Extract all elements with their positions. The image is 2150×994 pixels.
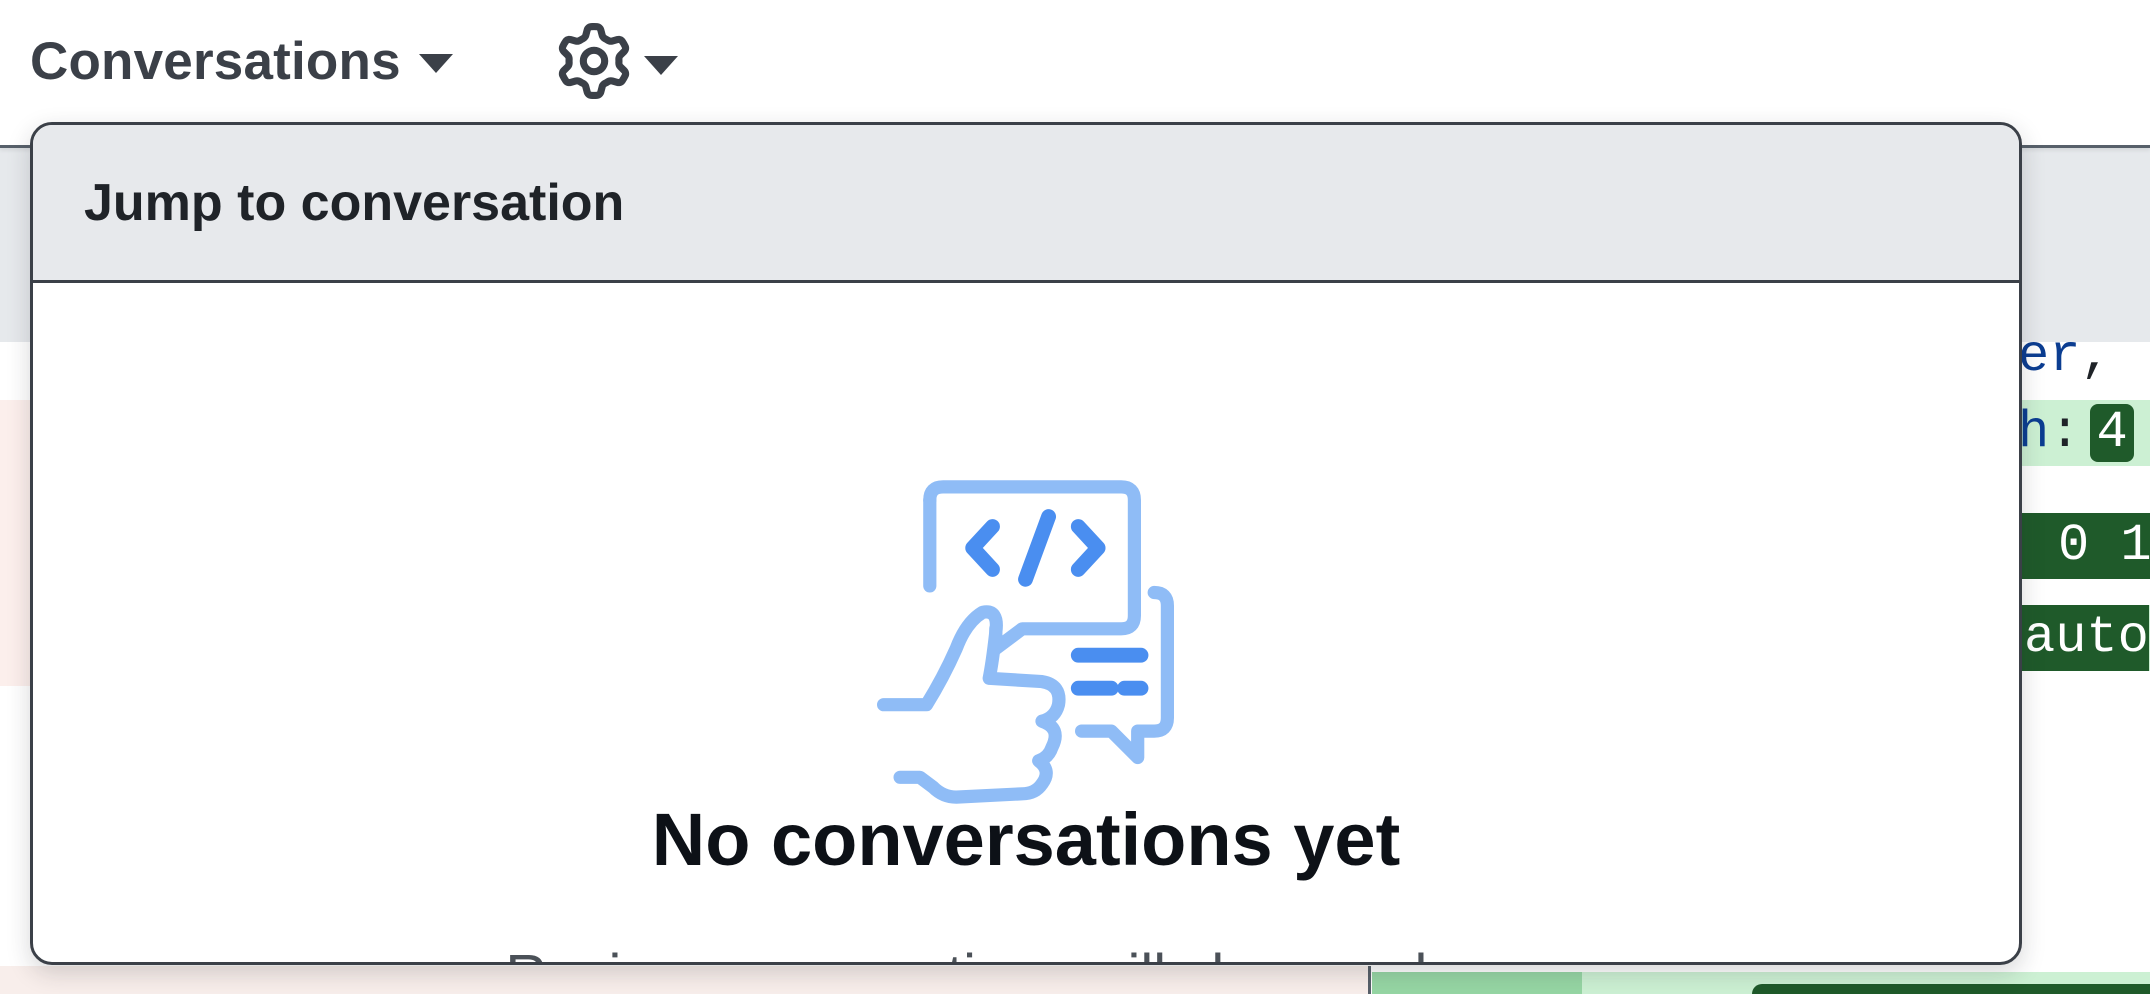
code-punctuation: , xyxy=(2080,327,2112,386)
code-line: er, xyxy=(2018,324,2150,390)
code-punctuation: : xyxy=(2049,403,2081,462)
diff-split-divider xyxy=(1368,966,1371,994)
code-review-thumbs-up-icon xyxy=(877,480,1174,804)
conversations-menu-button[interactable]: Conversations xyxy=(30,26,453,96)
empty-state-description: Review conversations will show up here. xyxy=(33,947,2019,963)
code-token: er xyxy=(2018,327,2081,386)
jump-to-conversation-popover: Jump to conversation No conversations ye… xyxy=(30,122,2022,965)
diff-added-highlight xyxy=(1752,984,2150,994)
gear-icon xyxy=(558,23,630,99)
triangle-down-icon xyxy=(418,53,453,73)
code-line-added: 0 1 xyxy=(2018,513,2150,579)
code-line-added: auto xyxy=(2018,605,2150,671)
empty-state-heading: No conversations yet xyxy=(651,798,1401,881)
diff-removed-row xyxy=(0,966,1370,994)
triangle-down-icon xyxy=(644,55,678,75)
code-token: 0 1 xyxy=(2058,516,2150,575)
code-highlight: 4 xyxy=(2090,404,2134,462)
popover-title: Jump to conversation xyxy=(84,173,625,232)
conversations-menu-label: Conversations xyxy=(30,31,401,91)
empty-state: No conversations yet Review conversation… xyxy=(33,283,2019,963)
code-token: h xyxy=(2018,403,2050,462)
page-root: er, h: 4 0 1 auto Conversations Jump to c… xyxy=(0,0,2150,994)
code-highlight: auto xyxy=(2018,605,2149,671)
settings-menu-button[interactable] xyxy=(556,16,678,106)
code-line-added: h: 4 xyxy=(2018,400,2150,466)
diff-added-gutter xyxy=(1372,972,1582,994)
popover-header: Jump to conversation xyxy=(33,125,2019,283)
